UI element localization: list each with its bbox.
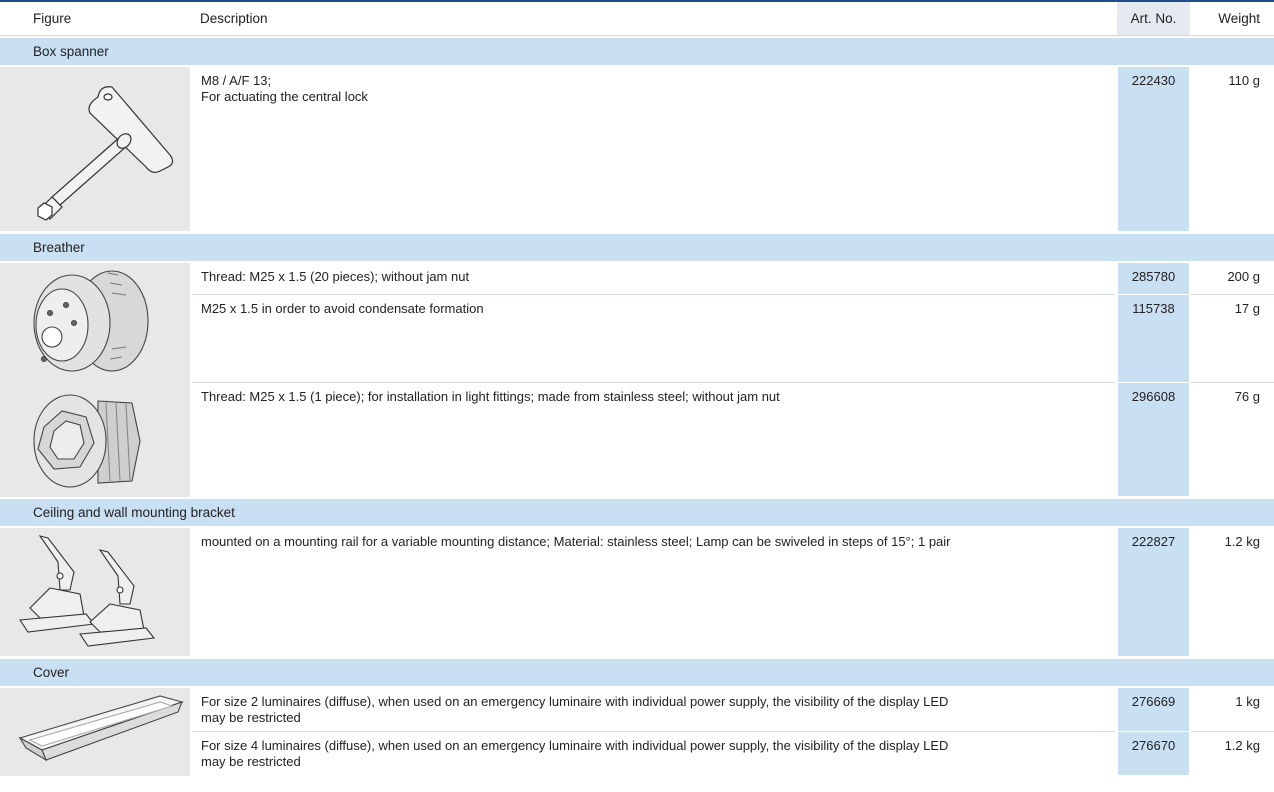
- group-header-breather: Breather: [0, 233, 1274, 261]
- table-row: Thread: M25 x 1.5 (20 pieces); without j…: [0, 262, 1274, 383]
- description-line: mounted on a mounting rail for a variabl…: [201, 534, 951, 549]
- description-cell: Thread: M25 x 1.5 (1 piece); for install…: [191, 383, 1117, 497]
- art-no-cell: 296608: [1116, 382, 1191, 497]
- figure-cell: [0, 528, 192, 656]
- box-spanner-icon: [37, 86, 174, 221]
- description-line: may be restricted: [201, 709, 301, 725]
- figure-cell: [0, 67, 192, 231]
- figure-cell: [0, 687, 192, 776]
- breather-icon: [33, 269, 149, 372]
- art-no-cell: 222827: [1116, 528, 1191, 657]
- art-no-cell: 222430: [1116, 67, 1191, 232]
- description-cell: Thread: M25 x 1.5 (20 pieces); without j…: [191, 262, 1117, 295]
- table-header-row: Figure Description Art. No. Weight: [0, 2, 1274, 36]
- column-header-art-no: Art. No.: [1117, 2, 1190, 36]
- description-cell: mounted on a mounting rail for a variabl…: [191, 528, 1117, 656]
- art-no-cell: 115738: [1116, 294, 1191, 384]
- weight-cell: 76 g: [1234, 389, 1260, 404]
- description-line: For actuating the central lock: [201, 89, 368, 104]
- weight-cell: 1.2 kg: [1224, 534, 1260, 549]
- weight-cell: 17 g: [1190, 294, 1274, 384]
- column-header-description: Description: [191, 2, 1117, 36]
- description-line: For size 2 luminaires (diffuse), when us…: [201, 693, 949, 709]
- hex-breather-icon: [33, 393, 141, 488]
- group-title: Breather: [0, 233, 1274, 261]
- column-header-figure: Figure: [0, 2, 191, 36]
- group-header-box-spanner: Box spanner: [0, 38, 1274, 65]
- table-row: For size 4 luminaires (diffuse), when us…: [0, 731, 1274, 776]
- weight-cell: 1.2 kg: [1224, 738, 1260, 753]
- weight-cell: 200 g: [1190, 262, 1274, 295]
- mounting-bracket-icon: [19, 535, 156, 647]
- group-title: Cover: [0, 658, 1274, 686]
- cover-tray-icon: [18, 694, 184, 761]
- description-cell: M8 / A/F 13; For actuating the central l…: [191, 67, 1117, 231]
- table-row: M8 / A/F 13; For actuating the central l…: [0, 67, 1274, 232]
- description-line: may be restricted: [201, 754, 301, 769]
- art-no-cell: 285780: [1116, 262, 1191, 295]
- weight-cell: 110 g: [1228, 73, 1260, 88]
- description-line: For size 4 luminaires (diffuse), when us…: [201, 738, 949, 753]
- figure-cell: [0, 262, 192, 383]
- group-title: Box spanner: [0, 38, 1274, 65]
- weight-cell: 1 kg: [1190, 687, 1274, 732]
- description-line: Thread: M25 x 1.5 (1 piece); for install…: [201, 389, 780, 404]
- accessories-table-page: Figure Description Art. No. Weight Box s…: [0, 0, 1274, 792]
- table-row: For size 2 luminaires (diffuse), when us…: [0, 687, 1274, 776]
- description-cell: For size 4 luminaires (diffuse), when us…: [191, 732, 1117, 776]
- table-row: mounted on a mounting rail for a variabl…: [0, 528, 1274, 657]
- art-no-cell: 276669: [1116, 687, 1191, 732]
- group-header-cover: Cover: [0, 658, 1274, 686]
- description-cell: For size 2 luminaires (diffuse), when us…: [191, 687, 1117, 732]
- group-title: Ceiling and wall mounting bracket: [0, 499, 1274, 526]
- description-line: M8 / A/F 13;: [201, 73, 272, 88]
- table-row: M25 x 1.5 in order to avoid condensate f…: [0, 294, 1274, 384]
- art-no-cell: 276670: [1116, 731, 1191, 776]
- table-row: Thread: M25 x 1.5 (1 piece); for install…: [0, 382, 1274, 497]
- description-line: M25 x 1.5 in order to avoid condensate f…: [201, 300, 484, 316]
- column-header-weight: Weight: [1190, 2, 1274, 36]
- description-cell: M25 x 1.5 in order to avoid condensate f…: [191, 294, 1117, 384]
- accessories-table: Figure Description Art. No. Weight Box s…: [0, 2, 1274, 776]
- figure-cell: [0, 382, 192, 497]
- group-header-mounting-bracket: Ceiling and wall mounting bracket: [0, 499, 1274, 526]
- description-line: Thread: M25 x 1.5 (20 pieces); without j…: [201, 268, 470, 284]
